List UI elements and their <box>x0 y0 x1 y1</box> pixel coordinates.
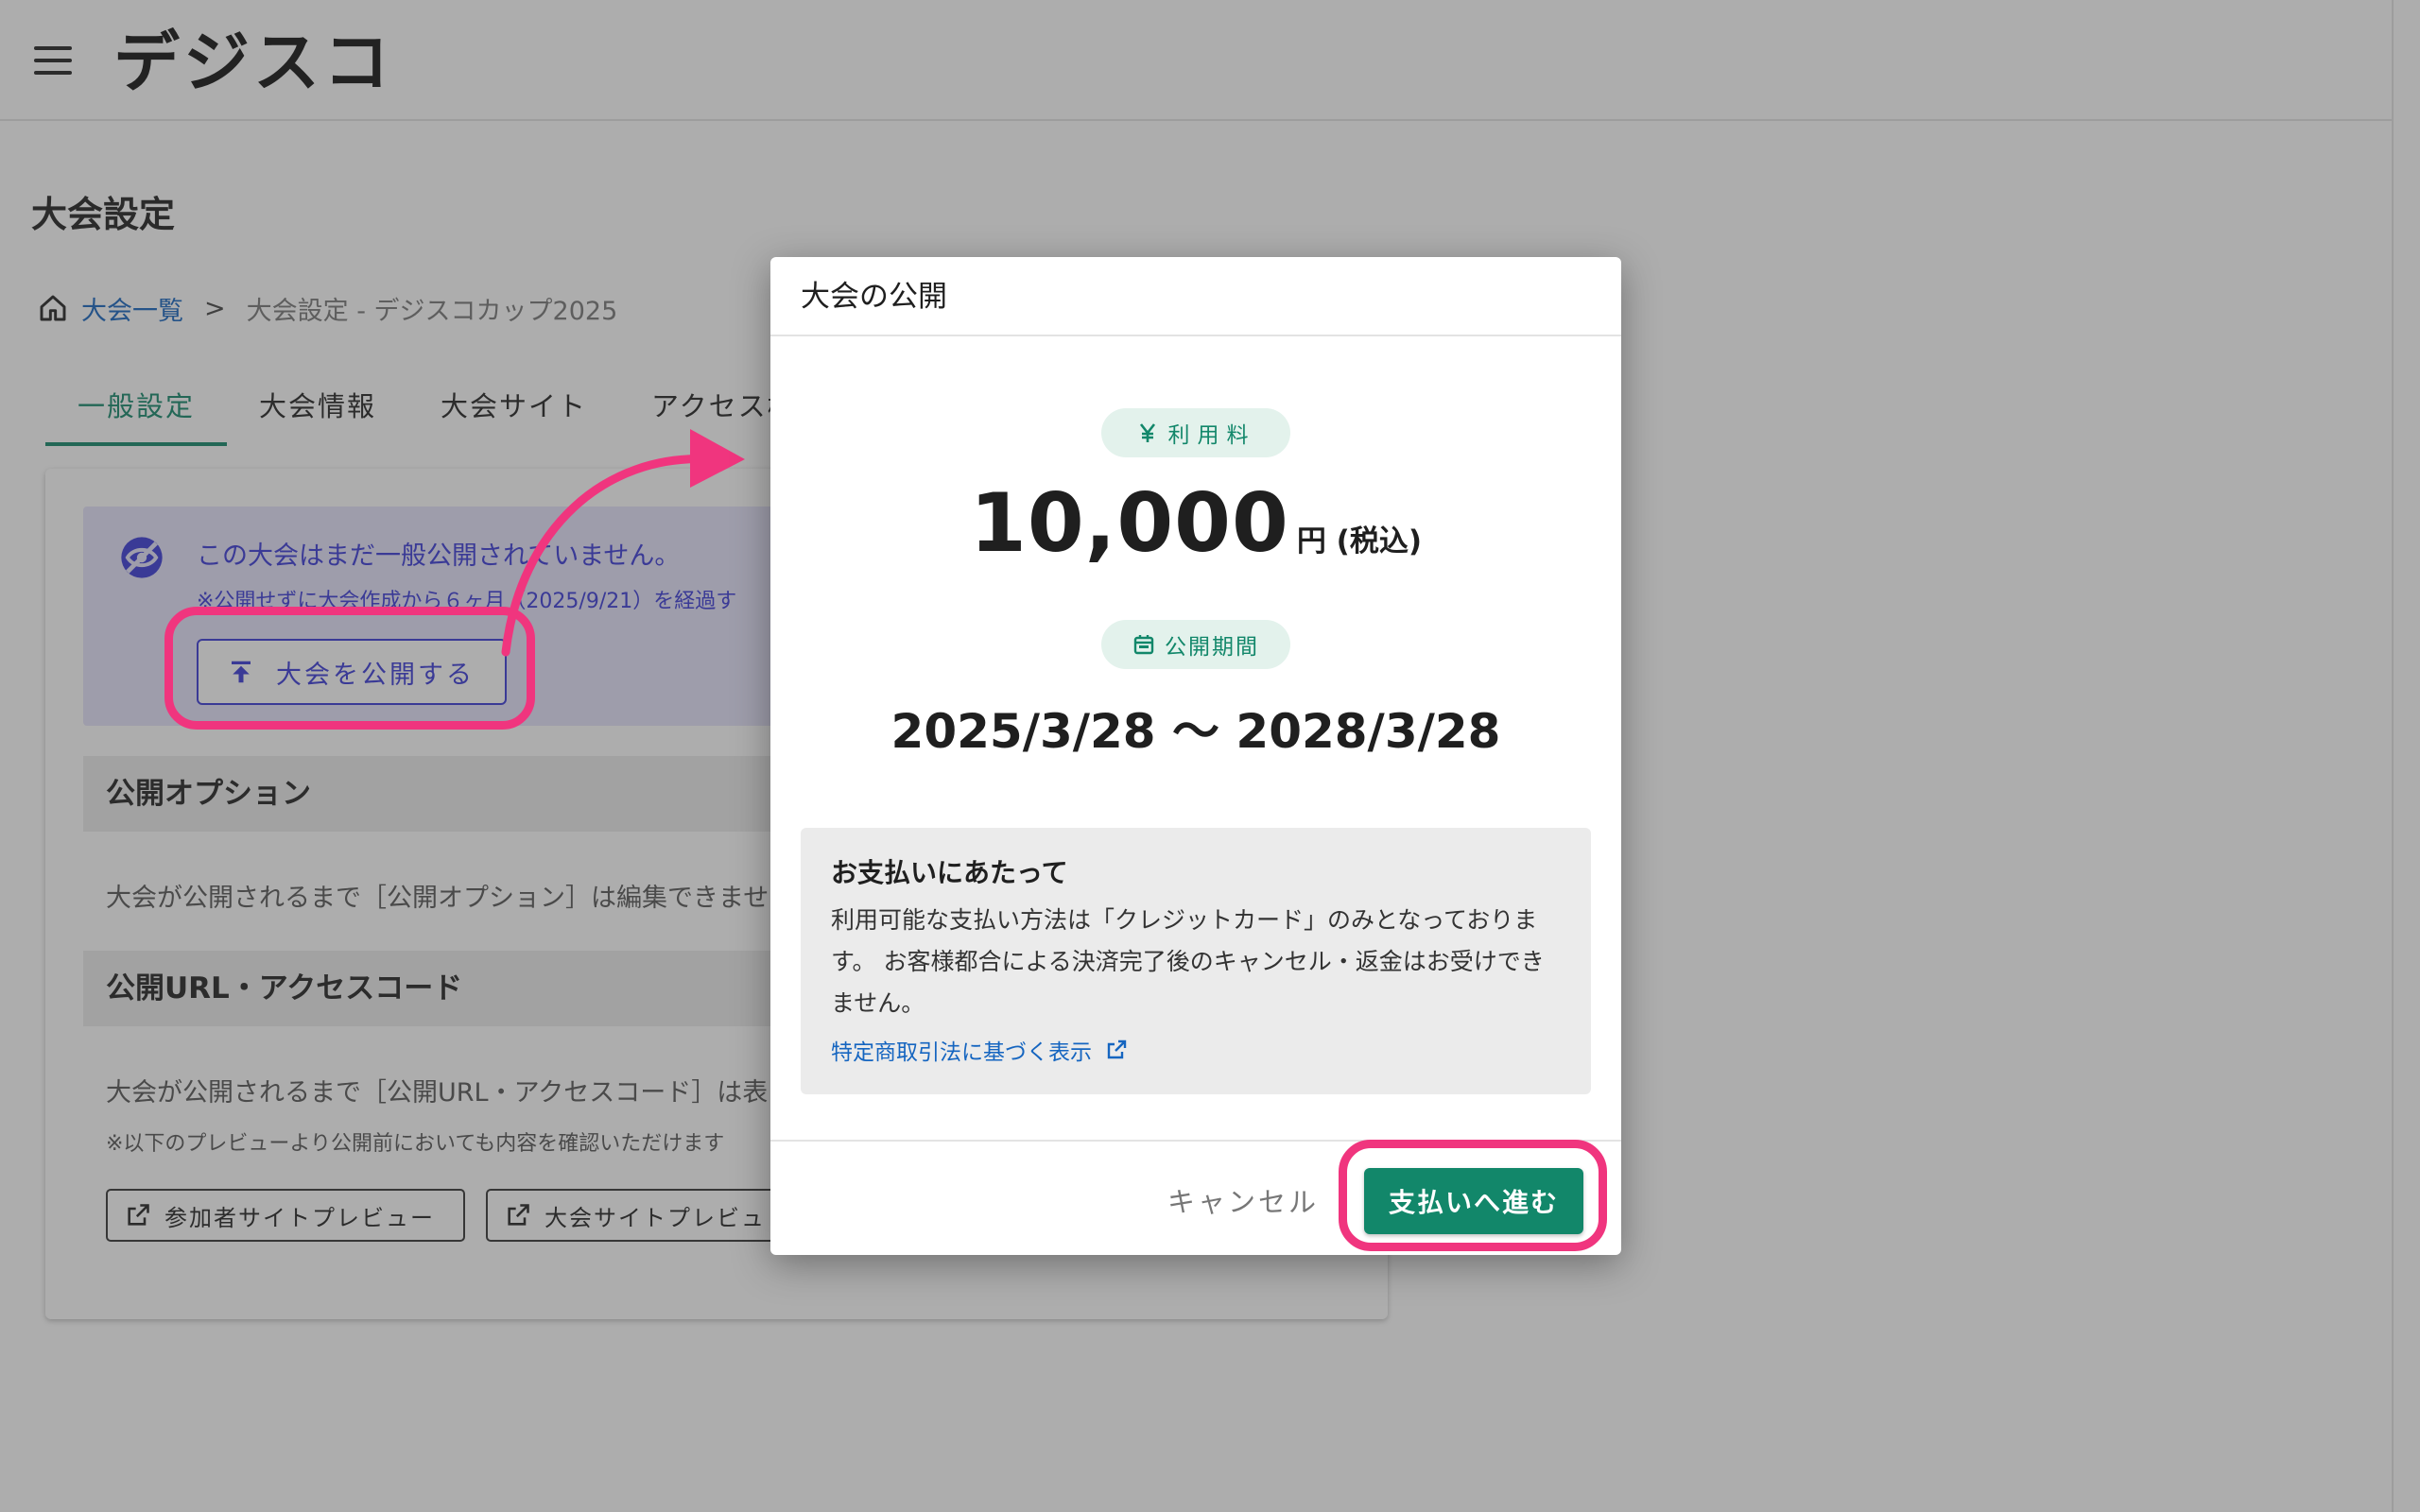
legal-notice-label: 特定商取引法に基づく表示 <box>831 1040 1092 1065</box>
period-chip: 公開期間 <box>1101 620 1290 669</box>
price-unit: 円 (税込) <box>1296 524 1422 558</box>
highlight-ring-proceed <box>1339 1140 1607 1251</box>
period-chip-label: 公開期間 <box>1165 635 1259 660</box>
yen-icon <box>1139 423 1155 442</box>
cancel-button[interactable]: キャンセル <box>1167 1176 1319 1228</box>
publish-dialog: 大会の公開 利用料 10,000 円 (税込) 公開期間 2025/3/28 〜 … <box>770 257 1621 1255</box>
calendar-icon <box>1133 635 1154 655</box>
period-range: 2025/3/28 〜 2028/3/28 <box>890 704 1501 759</box>
payment-notice: お支払いにあたって 利用可能な支払い方法は「クレジットカード」のみとなっておりま… <box>801 828 1591 1094</box>
payment-notice-title: お支払いにあたって <box>831 857 1068 888</box>
legal-notice-link[interactable]: 特定商取引法に基づく表示 <box>831 1034 1561 1066</box>
fee-chip: 利用料 <box>1101 408 1290 457</box>
price-amount: 10,000 <box>969 476 1289 571</box>
fee-chip-label: 利用料 <box>1167 423 1256 448</box>
price-display: 10,000 円 (税込) <box>770 476 1621 571</box>
dialog-title: 大会の公開 <box>770 257 1621 336</box>
payment-notice-body: 利用可能な支払い方法は「クレジットカード」のみとなっております。 お客様都合によ… <box>831 906 1545 1017</box>
highlight-ring-publish <box>164 607 535 730</box>
annotation-arrow-icon <box>501 429 745 657</box>
external-link-icon <box>1107 1040 1127 1059</box>
